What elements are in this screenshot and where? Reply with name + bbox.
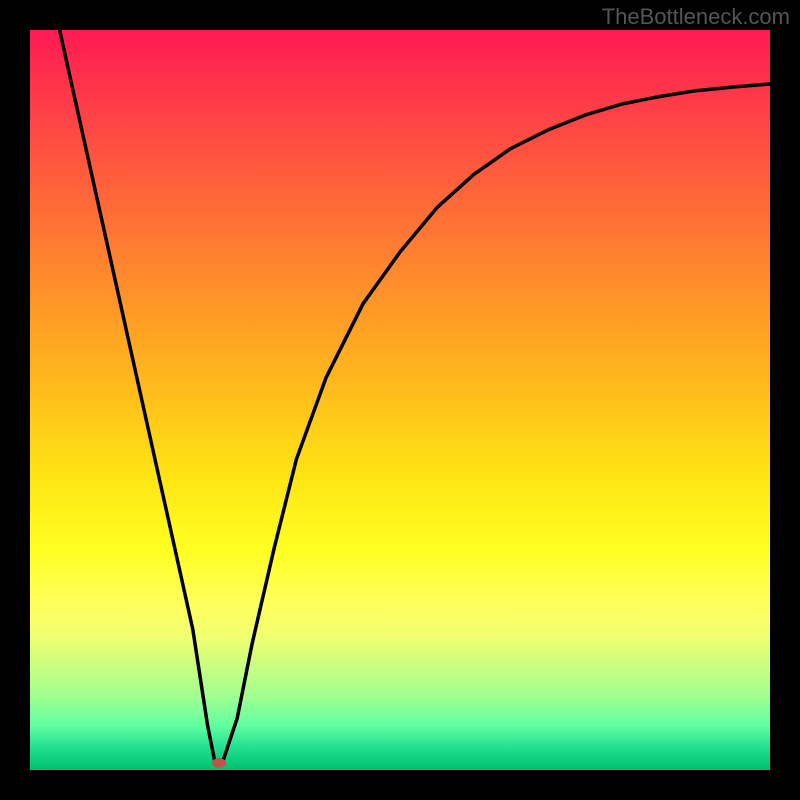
watermark-text: TheBottleneck.com	[602, 4, 790, 30]
plot-area	[30, 30, 770, 770]
optimal-point-marker	[212, 758, 226, 768]
bottleneck-curve	[60, 30, 770, 763]
chart-frame: TheBottleneck.com	[0, 0, 800, 800]
curve-svg	[30, 30, 770, 770]
